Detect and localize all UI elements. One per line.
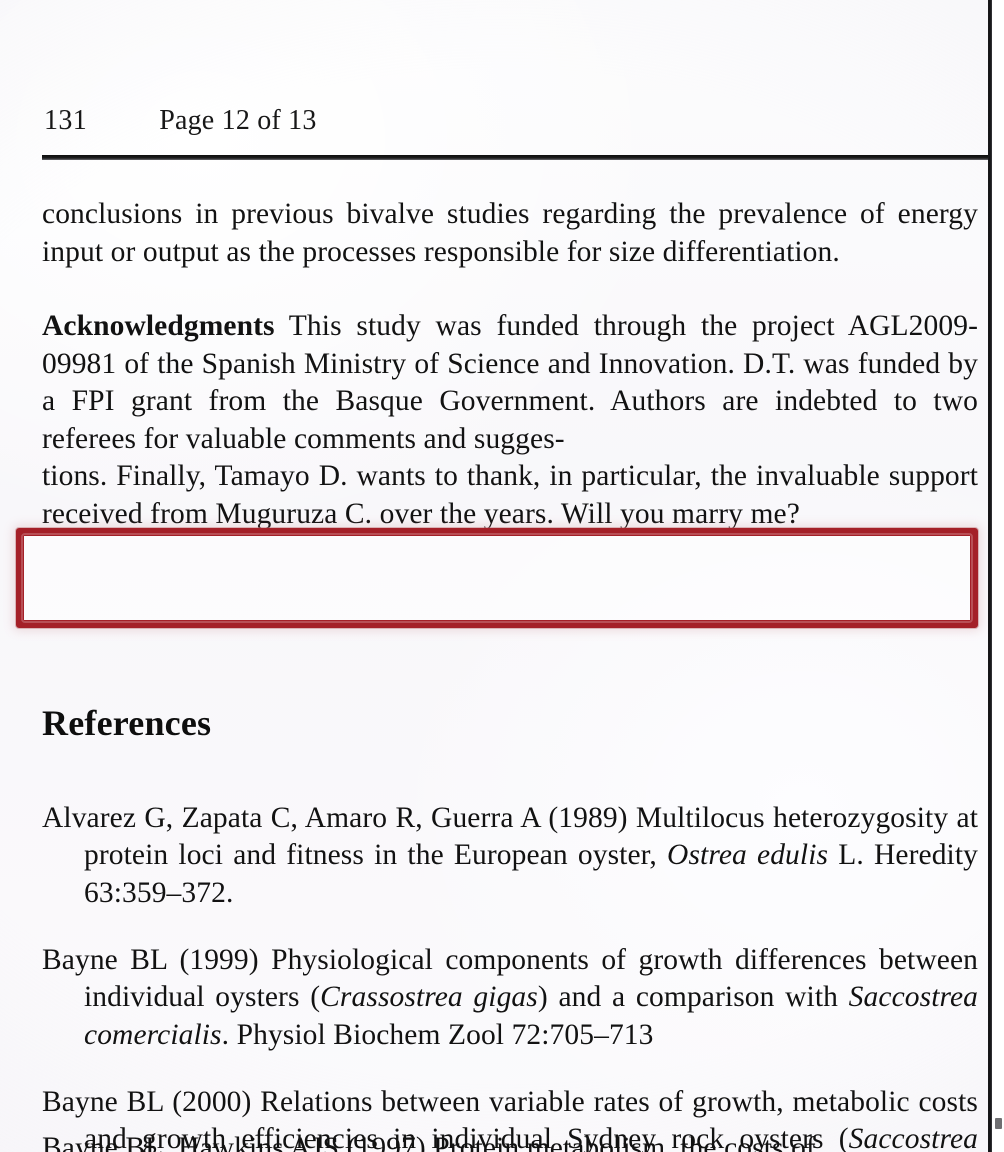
references-heading: References: [42, 702, 212, 743]
species-name: Ostrea edulis: [667, 839, 829, 871]
page-edge-gutter: [992, 0, 1004, 1152]
page-folio-number: 131: [44, 105, 88, 136]
species-name: Crassostrea gigas: [320, 981, 538, 1013]
reference-entry-clipped: Bayne BL, Hawkins AJS (1997) Protein met…: [42, 1130, 978, 1152]
header-divider-rule: [42, 155, 990, 160]
reference-list-clipped: Bayne BL, Hawkins AJS (1997) Protein met…: [42, 1100, 978, 1152]
red-highlight-box: [16, 528, 978, 628]
paragraph-acknowledgments: Acknowledgments This study was funded th…: [42, 308, 978, 458]
reference-text-run: ) and a comparison with: [537, 981, 849, 1013]
reference-text-run: . Physiol Biochem Zool 72:705–713: [221, 1018, 654, 1051]
reference-entry: Bayne BL (1999) Physiological components…: [42, 942, 978, 1055]
reference-text-run: Bayne BL, Hawkins AJS (1997) Protein met…: [42, 1131, 816, 1152]
page-position-label: Page 12 of 13: [159, 105, 317, 136]
scan-artifact-speck: [995, 1118, 1002, 1129]
acknowledgments-text-tail: tions. Finally, Tamayo D. wants to thank…: [42, 460, 978, 530]
reference-list: Alvarez G, Zapata C, Amaro R, Guerra A (…: [42, 770, 978, 1152]
body-column: conclusions in previous bivalve studies …: [42, 196, 978, 533]
running-head: 131 Page 12 of 13: [44, 105, 664, 137]
acknowledgments-label: Acknowledgments: [42, 310, 275, 342]
paragraph-conclusions: conclusions in previous bivalve studies …: [42, 198, 978, 268]
scanned-page: 131 Page 12 of 13 conclusions in previou…: [0, 0, 1004, 1152]
reference-entry: Alvarez G, Zapata C, Amaro R, Guerra A (…: [42, 800, 978, 913]
